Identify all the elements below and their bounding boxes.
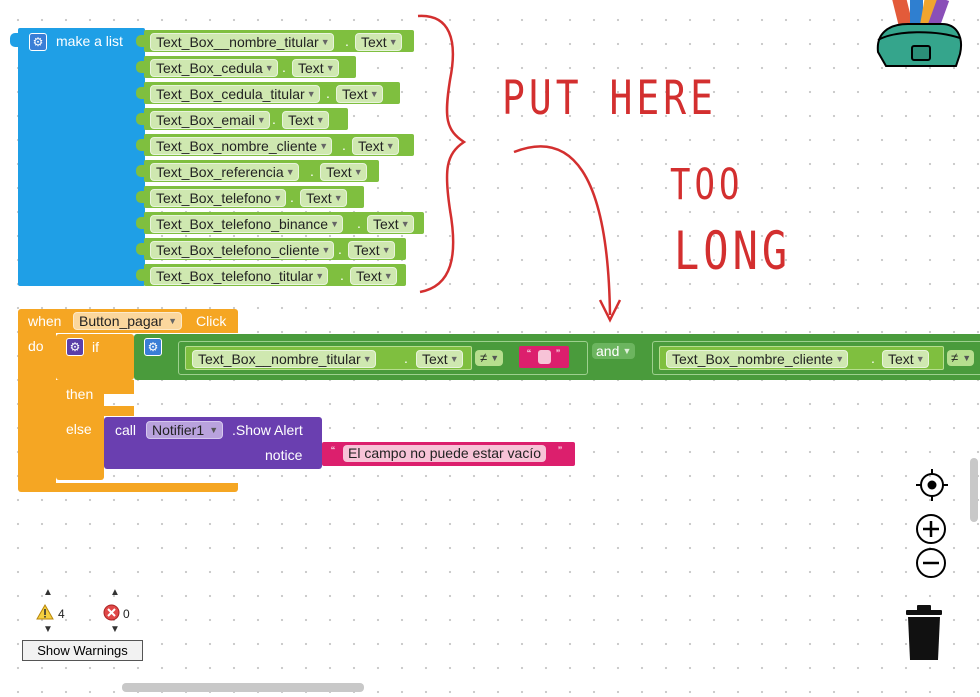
message-string-block[interactable]: “ El campo no puede estar vacío ”	[322, 442, 575, 466]
compare-block-2[interactable]: Text_Box_nombre_cliente ▼ . Text ▼ ≠ ▼	[652, 341, 980, 375]
compare-1-component-dropdown[interactable]: Text_Box__nombre_titular ▼	[192, 350, 376, 368]
and-mutator-gear-icon[interactable]: ⚙	[144, 338, 162, 356]
property-dropdown[interactable]: Text ▼	[300, 189, 347, 207]
notice-label: notice	[265, 447, 303, 463]
component-dropdown[interactable]: Text_Box_cedula_titular ▼	[150, 85, 320, 103]
component-dropdown[interactable]: Text_Box_email ▼	[150, 111, 270, 129]
mutator-gear-icon[interactable]: ⚙	[29, 33, 47, 51]
component-dropdown[interactable]: Text_Box_telefono_titular ▼	[150, 267, 329, 285]
error-icon	[103, 604, 120, 621]
warning-prev-arrow[interactable]: ▲	[38, 587, 58, 598]
make-list-label: make a list	[56, 33, 123, 49]
property-dropdown[interactable]: Text ▼	[352, 137, 399, 155]
annotation-drawing	[417, 14, 622, 323]
and-block[interactable]: ⚙ Text_Box__nombre_titular ▼ . Text ▼ ≠ ▼ “…	[134, 334, 980, 380]
do-label: do	[28, 338, 44, 354]
compare-1-property-dropdown[interactable]: Text ▼	[416, 350, 463, 368]
property-dropdown[interactable]: Text ▼	[320, 163, 367, 181]
event-component-dropdown[interactable]: Button_pagar ▼	[73, 312, 183, 330]
text-getter-block[interactable]: Text_Box_telefono ▼. Text ▼	[136, 186, 364, 208]
show-alert-block[interactable]: call Notifier1 ▼ .Show Alert notice	[104, 417, 322, 469]
annotation-too: TOO	[670, 160, 744, 210]
empty-string-field[interactable]	[538, 350, 551, 364]
and-operator-dropdown[interactable]: and ▼	[592, 343, 636, 359]
if-mutator-gear-icon[interactable]: ⚙	[66, 338, 84, 356]
then-label: then	[66, 386, 94, 402]
warning-icon	[36, 603, 54, 620]
component-dropdown[interactable]: Text_Box__nombre_titular ▼	[150, 33, 334, 51]
warning-next-arrow[interactable]: ▼	[38, 624, 58, 635]
annotation-arrow-mark	[513, 145, 612, 316]
property-dropdown[interactable]: Text ▼	[348, 241, 395, 259]
component-dropdown[interactable]: Text_Box_telefono ▼	[150, 189, 287, 207]
text-getter-block[interactable]: Text_Box_nombre_cliente ▼. Text ▼	[136, 134, 414, 156]
vertical-scrollbar[interactable]	[970, 458, 978, 522]
zoom-out-icon[interactable]	[915, 547, 947, 579]
annotation-put-here: PUT HERE	[502, 70, 718, 125]
curly-brace-mark	[417, 14, 467, 294]
text-getter-block[interactable]: Text_Box__nombre_titular ▼. Text ▼	[136, 30, 414, 52]
make-list-block[interactable]: ⚙ make a list	[10, 28, 145, 286]
call-label: call	[115, 422, 137, 438]
horizontal-scrollbar[interactable]	[122, 683, 364, 692]
compare-2-left-getter[interactable]: Text_Box_nombre_cliente ▼ . Text ▼	[659, 346, 944, 370]
if-label: if	[92, 339, 99, 355]
compare-1-operator-dropdown[interactable]: ≠ ▼	[475, 350, 504, 366]
compare-2-component-dropdown[interactable]: Text_Box_nombre_cliente ▼	[666, 350, 849, 368]
component-dropdown[interactable]: Text_Box_referencia ▼	[150, 163, 299, 181]
empty-string-block[interactable]: “ ”	[519, 346, 569, 368]
property-dropdown[interactable]: Text ▼	[282, 111, 329, 129]
text-getter-block[interactable]: Text_Box_email ▼. Text ▼	[136, 108, 348, 130]
text-getter-block[interactable]: Text_Box_cedula_titular ▼. Text ▼	[136, 82, 400, 104]
text-getter-block[interactable]: Text_Box_cedula ▼. Text ▼	[136, 56, 356, 78]
compare-2-property-dropdown[interactable]: Text ▼	[882, 350, 929, 368]
trash-icon[interactable]	[903, 604, 945, 662]
message-text-field[interactable]: El campo no puede estar vacío	[343, 445, 547, 462]
error-next-arrow[interactable]: ▼	[105, 624, 125, 635]
component-dropdown[interactable]: Text_Box_telefono_cliente ▼	[150, 241, 335, 259]
method-label: .Show Alert	[232, 422, 303, 438]
backpack-icon[interactable]	[872, 0, 966, 70]
notifier-component-dropdown[interactable]: Notifier1 ▼	[146, 421, 224, 439]
error-prev-arrow[interactable]: ▲	[105, 587, 125, 598]
property-dropdown[interactable]: Text ▼	[355, 33, 402, 51]
text-getter-block[interactable]: Text_Box_telefono_binance ▼. Text ▼	[136, 212, 424, 234]
text-getter-block[interactable]: Text_Box_telefono_cliente ▼. Text ▼	[136, 238, 406, 260]
annotation-long: LONG	[674, 220, 792, 282]
property-dropdown[interactable]: Text ▼	[350, 267, 397, 285]
warning-count: 4	[58, 607, 65, 621]
property-dropdown[interactable]: Text ▼	[292, 59, 339, 77]
compare-1-left-getter[interactable]: Text_Box__nombre_titular ▼ . Text ▼	[185, 346, 472, 370]
error-count: 0	[123, 607, 130, 621]
text-getter-block[interactable]: Text_Box_telefono_titular ▼. Text ▼	[136, 264, 406, 286]
show-warnings-button[interactable]: Show Warnings	[22, 640, 143, 661]
text-getter-block[interactable]: Text_Box_referencia ▼. Text ▼	[136, 160, 379, 182]
else-label: else	[66, 421, 92, 437]
center-target-icon[interactable]	[916, 469, 948, 501]
when-label: when	[28, 313, 62, 329]
component-dropdown[interactable]: Text_Box_telefono_binance ▼	[150, 215, 344, 233]
zoom-in-icon[interactable]	[915, 513, 947, 545]
component-dropdown[interactable]: Text_Box_nombre_cliente ▼	[150, 137, 333, 155]
component-dropdown[interactable]: Text_Box_cedula ▼	[150, 59, 278, 77]
event-name-label: Click	[196, 313, 227, 329]
compare-2-operator-dropdown[interactable]: ≠ ▼	[947, 350, 975, 366]
property-dropdown[interactable]: Text ▼	[336, 85, 383, 103]
compare-block-1[interactable]: Text_Box__nombre_titular ▼ . Text ▼ ≠ ▼ “ ”	[178, 341, 588, 375]
